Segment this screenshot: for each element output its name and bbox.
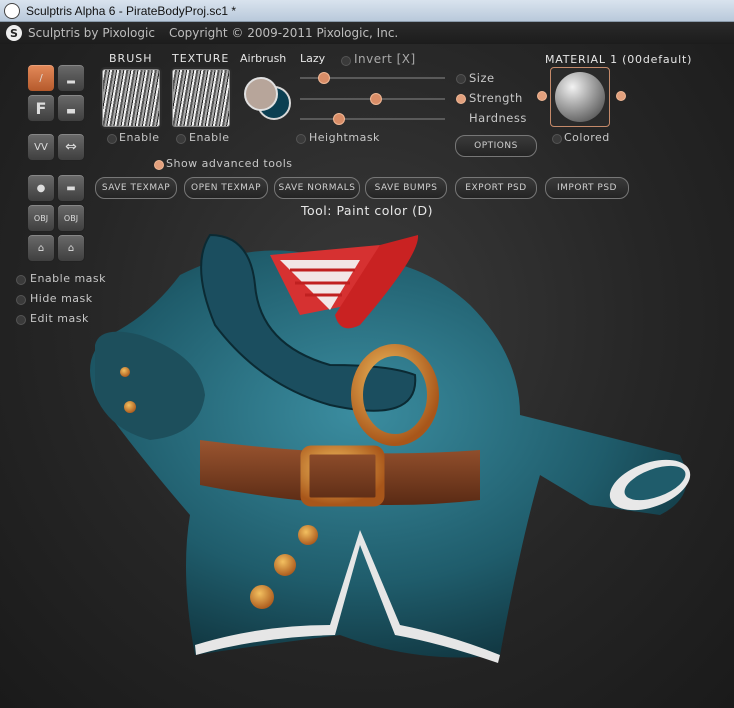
inflate-tool-button[interactable]: ● (27, 174, 55, 202)
coat-button (298, 525, 318, 545)
invert-label: Invert [X] (354, 52, 416, 66)
hardness-slider-knob[interactable] (333, 113, 345, 125)
window-titlebar: Sculptris Alpha 6 - PirateBodyProj.sc1 * (0, 0, 734, 22)
brush-swatch[interactable] (102, 69, 160, 127)
sculptris-logo-icon: S (6, 25, 22, 41)
save-bumps-button[interactable]: SAVE BUMPS (365, 177, 447, 199)
import-psd-button[interactable]: IMPORT PSD (545, 177, 629, 199)
strength-toggle[interactable] (456, 94, 466, 104)
colored-toggle[interactable] (552, 134, 562, 144)
smooth-icon: ▃ (67, 102, 75, 114)
save-bumps-label: SAVE BUMPS (374, 183, 438, 193)
open-texmap-button[interactable]: OPEN TEXMAP (184, 177, 268, 199)
options-button[interactable]: OPTIONS (455, 135, 537, 157)
primary-color-swatch[interactable] (244, 77, 278, 111)
inflate-icon: ● (36, 182, 46, 194)
export-psd-button[interactable]: EXPORT PSD (455, 177, 537, 199)
open-texmap-label: OPEN TEXMAP (191, 183, 261, 193)
brush-label: BRUSH (109, 52, 153, 65)
material-label: MATERIAL 1 (00default) (545, 53, 693, 66)
pirate-body-model[interactable] (0, 215, 734, 708)
size-toggle[interactable] (456, 74, 466, 84)
import-psd-label: IMPORT PSD (557, 183, 617, 193)
grab-icon: ⇔ (65, 139, 77, 155)
save-normals-label: SAVE NORMALS (278, 183, 356, 193)
fill-tool-button[interactable]: F (27, 94, 55, 122)
save-texmap-button[interactable]: SAVE TEXMAP (95, 177, 177, 199)
airbrush-label[interactable]: Airbrush (240, 52, 286, 65)
colored-label: Colored (564, 131, 610, 144)
app-name: Sculptris by Pixologic (28, 26, 155, 40)
brush-enable-toggle[interactable] (107, 134, 117, 144)
window-title: Sculptris Alpha 6 - PirateBodyProj.sc1 * (26, 3, 237, 18)
flatten-tool-button[interactable]: ▂ (57, 64, 85, 92)
export-psd-label: EXPORT PSD (465, 183, 527, 193)
pinch-icon: VV (34, 141, 48, 153)
heightmask-label: Heightmask (309, 131, 380, 144)
invert-toggle[interactable] (341, 56, 351, 66)
brush-enable-label: Enable (119, 131, 160, 144)
texture-label: TEXTURE (172, 52, 230, 65)
smooth-tool-button[interactable]: ▃ (57, 94, 85, 122)
crease-tool-button[interactable]: ▬ (57, 174, 85, 202)
hardness-slider-track[interactable] (300, 118, 445, 120)
sleeve-button (124, 401, 136, 413)
material-next-button[interactable] (616, 91, 626, 101)
texture-enable-toggle[interactable] (176, 134, 186, 144)
strength-label: Strength (469, 91, 523, 105)
sleeve-button (120, 367, 130, 377)
show-advanced-label: Show advanced tools (166, 157, 293, 170)
app-header: S Sculptris by Pixologic Copyright © 200… (0, 22, 734, 44)
show-advanced-toggle[interactable] (154, 160, 164, 170)
paint-brush-icon: / (39, 72, 43, 84)
coat-button (250, 585, 274, 609)
paint-brush-tool-button[interactable]: / (27, 64, 55, 92)
strength-slider-knob[interactable] (370, 93, 382, 105)
lazy-slider-knob[interactable] (318, 72, 330, 84)
texture-enable-label: Enable (189, 131, 230, 144)
coat-button (274, 554, 296, 576)
material-preview[interactable] (550, 67, 610, 127)
material-prev-button[interactable] (537, 91, 547, 101)
hardness-label: Hardness (469, 111, 527, 125)
heightmask-toggle[interactable] (296, 134, 306, 144)
material-sphere-icon (555, 72, 605, 122)
flatten-icon: ▂ (67, 72, 75, 84)
copyright-text: Copyright © 2009-2011 Pixologic, Inc. (168, 26, 399, 40)
pinch-tool-button[interactable]: VV (27, 133, 55, 161)
save-normals-button[interactable]: SAVE NORMALS (274, 177, 360, 199)
save-texmap-label: SAVE TEXMAP (101, 183, 171, 193)
app-icon (4, 2, 20, 19)
crease-icon: ▬ (66, 182, 76, 194)
texture-swatch[interactable] (172, 69, 230, 127)
lazy-label: Lazy (300, 52, 326, 65)
grab-tool-button[interactable]: ⇔ (57, 133, 85, 161)
fill-icon: F (35, 98, 47, 118)
options-label: OPTIONS (474, 141, 518, 151)
size-label: Size (469, 71, 495, 85)
